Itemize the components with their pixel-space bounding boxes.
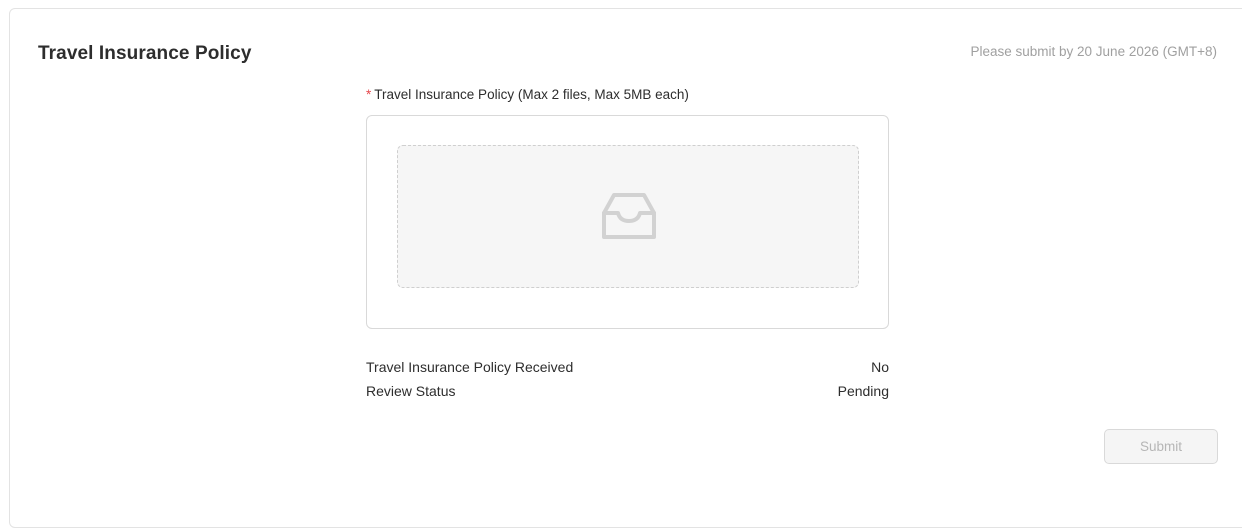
review-status-row: Review Status Pending	[366, 383, 889, 399]
policy-received-value: No	[871, 359, 889, 375]
review-status-value: Pending	[837, 383, 889, 399]
upload-container	[366, 115, 889, 329]
section-title: Travel Insurance Policy	[38, 43, 252, 64]
inbox-icon	[602, 193, 656, 239]
policy-received-label: Travel Insurance Policy Received	[366, 359, 574, 375]
upload-field-label: * Travel Insurance Policy (Max 2 files, M…	[366, 87, 689, 102]
upload-dropzone[interactable]	[397, 145, 859, 288]
upload-label-text: Travel Insurance Policy (Max 2 files, Ma…	[374, 87, 689, 102]
submission-deadline: Please submit by 20 June 2026 (GMT+8)	[970, 44, 1217, 59]
required-mark: *	[366, 87, 372, 102]
policy-received-row: Travel Insurance Policy Received No	[366, 359, 889, 375]
review-status-label: Review Status	[366, 383, 456, 399]
submit-button[interactable]: Submit	[1104, 429, 1218, 464]
